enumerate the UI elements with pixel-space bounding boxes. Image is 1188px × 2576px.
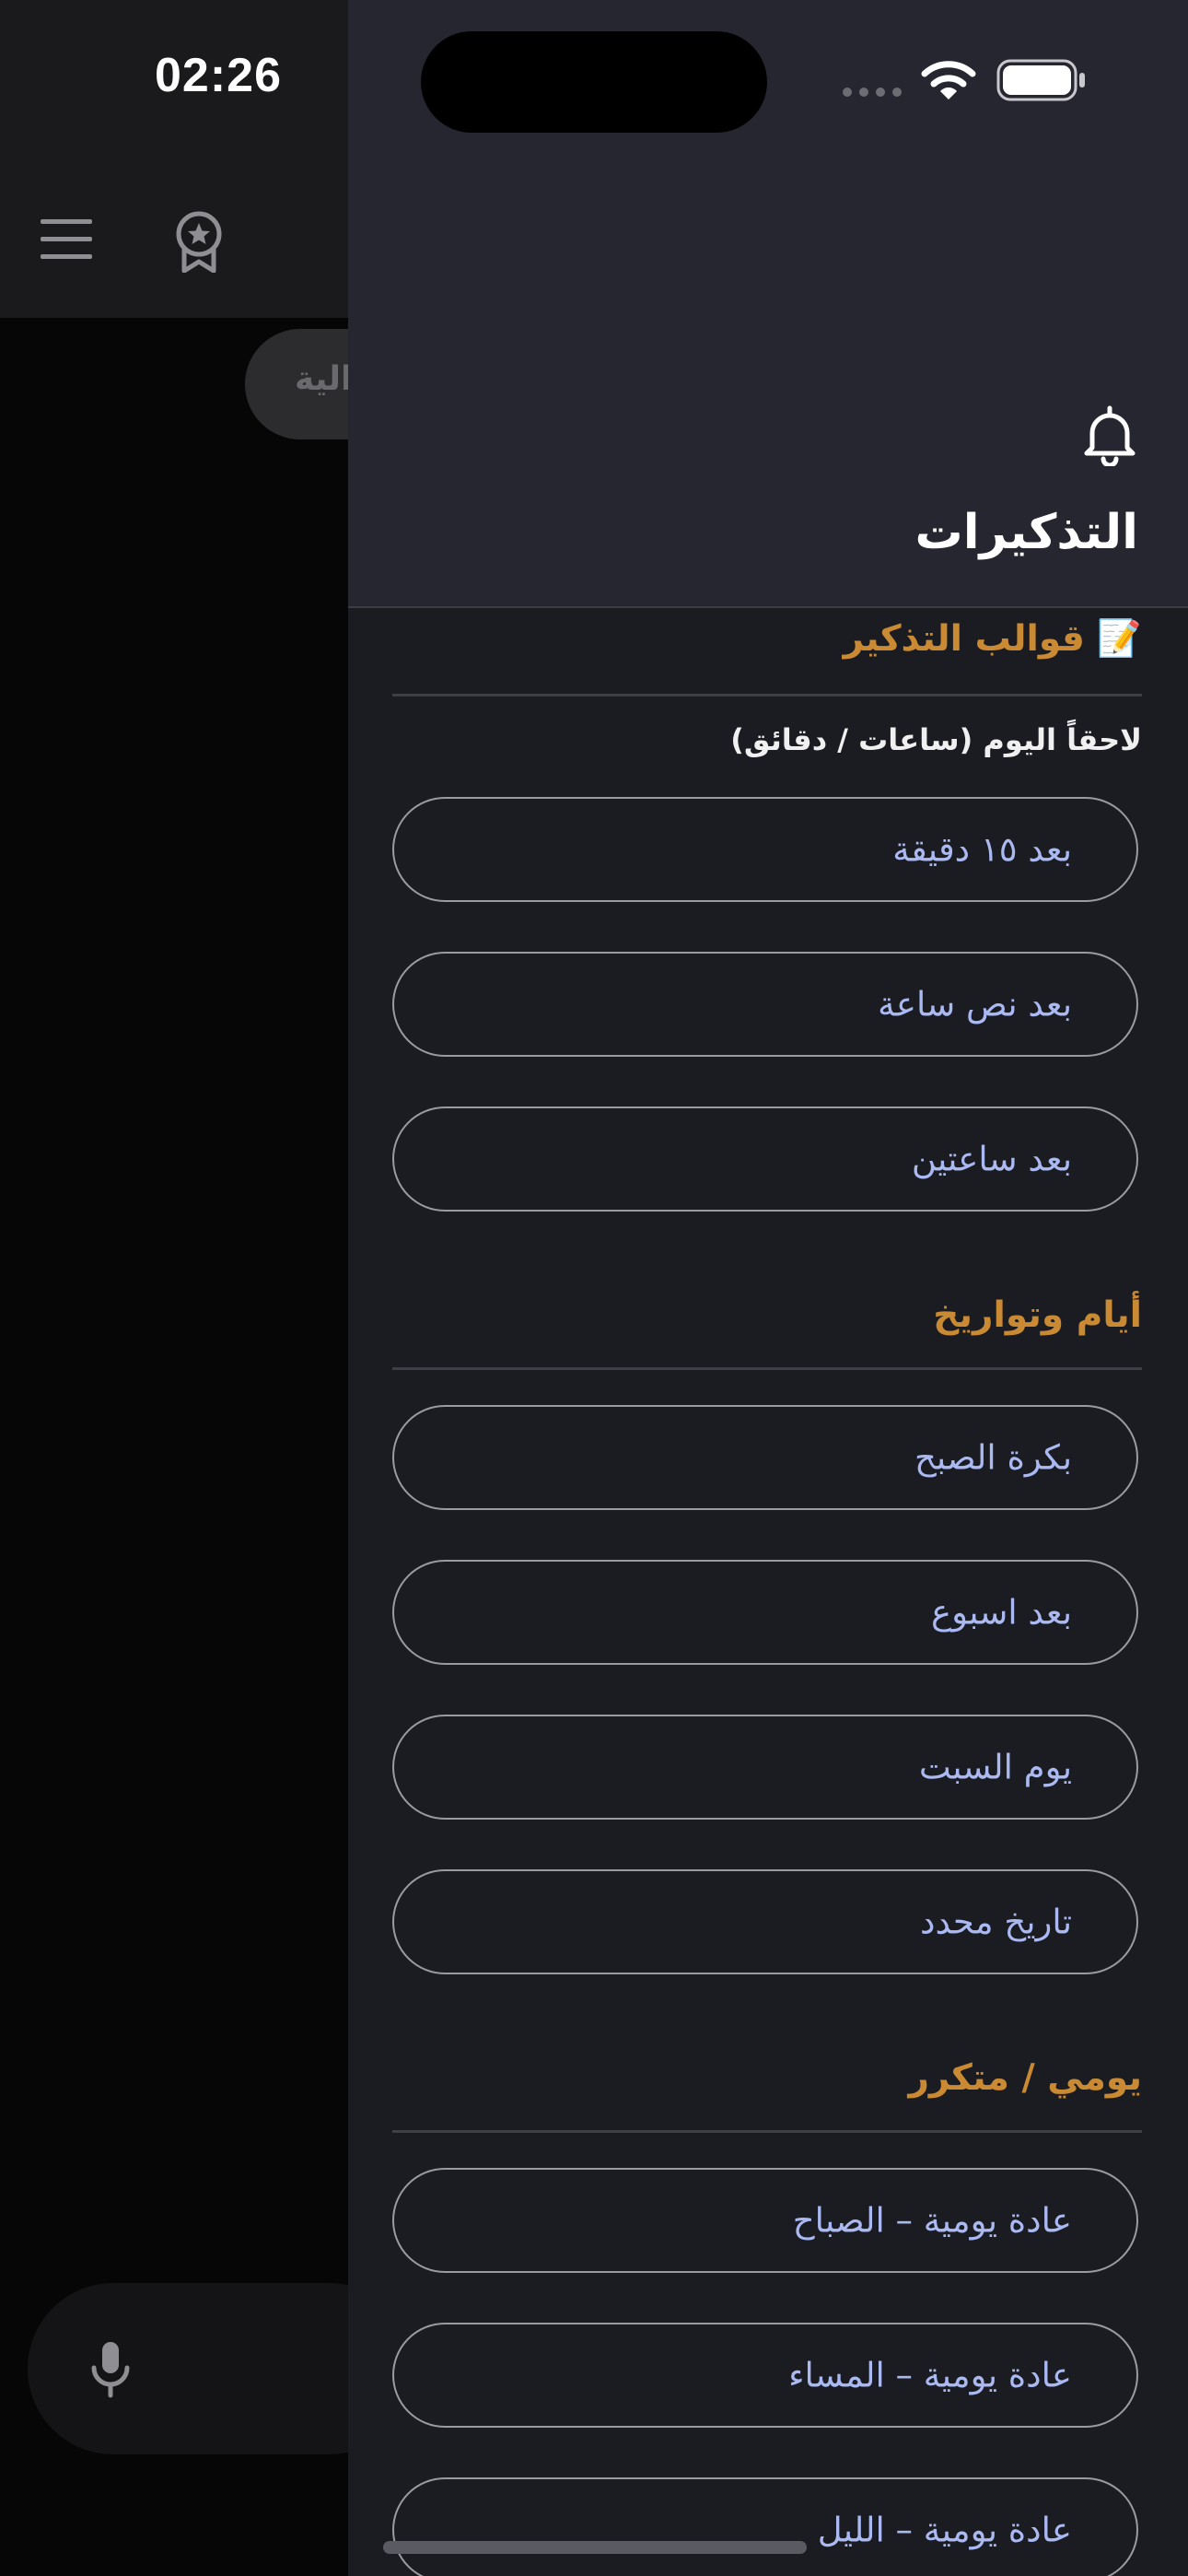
option-after-a-week[interactable]: بعد اسبوع	[392, 1560, 1138, 1665]
later-today-label: لاحقاً اليوم (ساعات / دقائق)	[730, 722, 1142, 757]
status-time: 02:26	[155, 49, 282, 102]
battery-icon	[996, 59, 1085, 101]
option-specific-date[interactable]: تاريخ محدد	[392, 1869, 1138, 1974]
option-label: بكرة الصبح	[914, 1437, 1072, 1478]
templates-heading: 📝 قوالب التذكير	[843, 618, 1142, 660]
daily-recurring-divider	[392, 2130, 1142, 2133]
drawer-header: التذكيرات	[348, 0, 1188, 608]
days-dates-heading: أيام وتواريخ	[933, 1294, 1142, 1336]
option-saturday[interactable]: يوم السبت	[392, 1715, 1138, 1820]
templates-divider	[392, 694, 1142, 697]
option-after-two-hours[interactable]: بعد ساعتين	[392, 1107, 1138, 1212]
option-label: بعد نص ساعة	[878, 984, 1072, 1025]
option-label: يوم السبت	[918, 1747, 1072, 1787]
drawer-title: التذكيرات	[914, 505, 1138, 560]
option-after-15-minutes[interactable]: بعد ١٥ دقيقة	[392, 797, 1138, 902]
days-dates-divider	[392, 1367, 1142, 1370]
bell-icon	[1084, 405, 1136, 466]
option-label: بعد اسبوع	[931, 1592, 1072, 1633]
cellular-signal-icon	[843, 88, 902, 97]
award-badge-icon[interactable]	[173, 210, 225, 273]
background-chip-label: الية	[295, 360, 353, 398]
option-label: عادة يومية – الليل	[817, 2510, 1072, 2550]
reminders-drawer: التذكيرات 📝 قوالب التذكير لاحقاً اليوم (…	[348, 0, 1188, 2576]
option-label: تاريخ محدد	[920, 1902, 1072, 1942]
option-label: عادة يومية – المساء	[788, 2355, 1072, 2395]
option-label: عادة يومية – الصباح	[792, 2200, 1072, 2241]
option-daily-morning[interactable]: عادة يومية – الصباح	[392, 2168, 1138, 2273]
option-label: بعد ١٥ دقيقة	[892, 829, 1072, 870]
hamburger-menu-icon[interactable]	[41, 219, 92, 260]
wifi-icon	[921, 61, 976, 100]
microphone-icon[interactable]	[88, 2340, 133, 2399]
option-label: بعد ساعتين	[911, 1139, 1072, 1179]
option-after-half-hour[interactable]: بعد نص ساعة	[392, 952, 1138, 1057]
home-indicator	[383, 2541, 807, 2554]
option-daily-night[interactable]: عادة يومية – الليل	[392, 2477, 1138, 2576]
dynamic-island	[421, 31, 767, 133]
option-daily-evening[interactable]: عادة يومية – المساء	[392, 2323, 1138, 2428]
option-tomorrow-morning[interactable]: بكرة الصبح	[392, 1405, 1138, 1510]
daily-recurring-heading: يومي / متكرر	[908, 2057, 1142, 2099]
